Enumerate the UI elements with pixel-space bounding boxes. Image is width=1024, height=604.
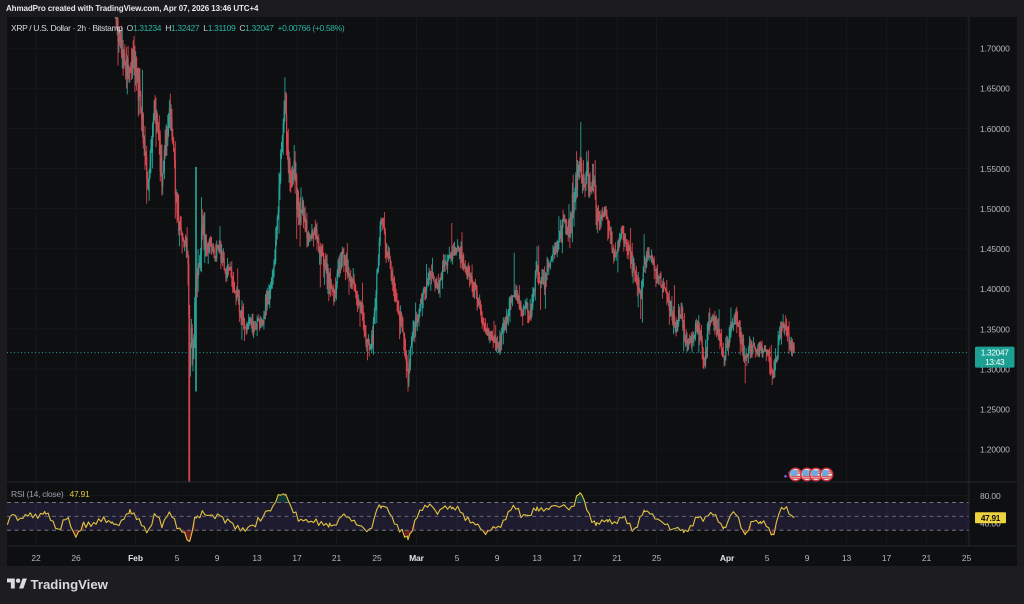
svg-text:21: 21 xyxy=(612,553,622,563)
svg-text:5: 5 xyxy=(765,553,770,563)
svg-text:17: 17 xyxy=(292,553,302,563)
svg-text:Apr: Apr xyxy=(720,553,735,563)
svg-text:80.00: 80.00 xyxy=(980,491,1001,501)
svg-text:5: 5 xyxy=(175,553,180,563)
svg-text:21: 21 xyxy=(332,553,342,563)
svg-text:13:43: 13:43 xyxy=(985,357,1005,367)
svg-text:1.40000: 1.40000 xyxy=(980,284,1010,294)
svg-text:13: 13 xyxy=(252,553,262,563)
svg-text:26: 26 xyxy=(71,553,81,563)
svg-text:25: 25 xyxy=(962,553,972,563)
svg-text:25: 25 xyxy=(652,553,662,563)
svg-text:25: 25 xyxy=(372,553,382,563)
svg-text:1.60000: 1.60000 xyxy=(980,124,1010,134)
svg-text:17: 17 xyxy=(572,553,582,563)
svg-text:9: 9 xyxy=(215,553,220,563)
svg-text:1.65000: 1.65000 xyxy=(980,84,1010,94)
svg-text:1.45000: 1.45000 xyxy=(980,244,1010,254)
svg-text:21: 21 xyxy=(922,553,932,563)
svg-text:13: 13 xyxy=(842,553,852,563)
svg-text:1.55000: 1.55000 xyxy=(980,164,1010,174)
svg-text:1.35000: 1.35000 xyxy=(980,324,1010,334)
svg-text:22: 22 xyxy=(31,553,41,563)
svg-text:1.20000: 1.20000 xyxy=(980,445,1010,455)
svg-text:1.25000: 1.25000 xyxy=(980,405,1010,415)
svg-text:Mar: Mar xyxy=(409,553,425,563)
svg-text:9: 9 xyxy=(805,553,810,563)
svg-text:9: 9 xyxy=(495,553,500,563)
svg-text:1.70000: 1.70000 xyxy=(980,44,1010,54)
svg-text:Feb: Feb xyxy=(128,553,143,563)
svg-text:5: 5 xyxy=(455,553,460,563)
svg-text:47.91: 47.91 xyxy=(981,513,1001,523)
svg-text:1.50000: 1.50000 xyxy=(980,204,1010,214)
svg-text:17: 17 xyxy=(882,553,892,563)
svg-text:13: 13 xyxy=(532,553,542,563)
